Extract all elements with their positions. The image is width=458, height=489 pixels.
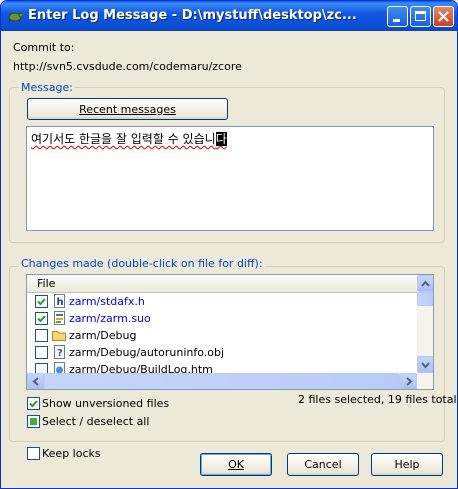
ime-composition-char: 다 [215, 132, 227, 146]
checkmark-icon [37, 298, 46, 306]
minimize-button[interactable] [387, 6, 408, 27]
ok-button[interactable]: OK [200, 453, 272, 476]
log-message-dialog: Enter Log Message - D:\mystuff\desktop\z… [0, 0, 458, 489]
checkmark-icon [37, 315, 46, 323]
ok-button-label: OK [228, 458, 244, 471]
show-unversioned-label[interactable]: Show unversioned files [42, 397, 169, 410]
select-all-label[interactable]: Select / deselect all [42, 415, 149, 428]
scroll-up-button[interactable] [417, 275, 433, 292]
file-checkbox[interactable] [35, 312, 48, 325]
vertical-scrollbar[interactable] [417, 275, 433, 373]
file-checkbox[interactable] [35, 346, 48, 359]
file-checkbox[interactable] [35, 329, 48, 342]
header-file-icon: h [54, 294, 65, 308]
horizontal-scrollbar[interactable] [27, 373, 433, 389]
checkmark-icon [29, 400, 38, 408]
window-title: Enter Log Message - D:\mystuff\desktop\z… [28, 8, 357, 23]
maximize-icon [415, 11, 426, 21]
arrow-down-icon [421, 362, 430, 369]
title-bar[interactable]: Enter Log Message - D:\mystuff\desktop\z… [1, 1, 457, 31]
keep-locks-checkbox[interactable] [27, 447, 40, 460]
commit-to-label: Commit to: [13, 41, 75, 54]
message-text-body: 여기서도 한글을 잘 입력할 수 있습니 [31, 132, 216, 146]
arrow-right-icon [406, 377, 413, 386]
message-input[interactable]: 여기서도 한글을 잘 입력할 수 있습니다 [26, 126, 434, 231]
scroll-left-button[interactable] [27, 373, 44, 389]
suo-file-icon [54, 311, 65, 325]
file-name: zarm/Debug/autoruninfo.obj [69, 346, 225, 359]
arrow-up-icon [421, 280, 430, 287]
file-name: zarm/Debug [69, 329, 137, 342]
file-name: zarm/stdafx.h [69, 295, 145, 308]
close-button[interactable] [433, 6, 454, 27]
folder-icon [52, 331, 66, 341]
horizontal-scroll-thumb[interactable] [44, 373, 400, 389]
file-row[interactable]: zarm/zarm.suo [27, 310, 425, 327]
help-button-label: Help [394, 458, 420, 471]
commit-url: http://svn5.cvsdude.com/codemaru/zcore [13, 60, 242, 73]
changed-files-list[interactable]: File h zarm/stdafx.h zarm/zarm.suo zarm/Deb… [26, 274, 434, 390]
keep-locks-label[interactable]: Keep locks [42, 447, 101, 460]
list-header[interactable]: File [27, 275, 425, 293]
close-icon [438, 11, 449, 22]
files-summary: 2 files selected, 19 files total [298, 393, 457, 406]
column-header-file[interactable]: File [37, 277, 55, 290]
vertical-scroll-thumb[interactable] [417, 292, 433, 306]
file-row[interactable]: h zarm/stdafx.h [27, 293, 425, 310]
maximize-button[interactable] [410, 6, 431, 27]
recent-messages-button[interactable]: Recent messages [27, 98, 228, 120]
help-button[interactable]: Help [371, 453, 443, 476]
unknown-file-icon: ? [54, 345, 65, 359]
recent-messages-label: Recent messages [79, 102, 176, 116]
file-name: zarm/zarm.suo [69, 312, 151, 325]
svg-text:h: h [57, 297, 64, 308]
changes-group-label: Changes made (double-click on file for d… [19, 257, 265, 270]
show-unversioned-checkbox[interactable] [27, 397, 40, 410]
tortoise-app-icon [8, 12, 23, 23]
scroll-right-button[interactable] [400, 373, 417, 389]
cancel-button-label: Cancel [304, 458, 342, 471]
file-row[interactable]: zarm/Debug [27, 327, 425, 344]
cancel-button[interactable]: Cancel [287, 453, 359, 476]
minimize-icon [393, 19, 400, 22]
file-checkbox[interactable] [35, 295, 48, 308]
svg-text:?: ? [57, 348, 63, 359]
indeterminate-icon [30, 418, 37, 425]
message-text: 여기서도 한글을 잘 입력할 수 있습니다 [31, 130, 227, 147]
arrow-left-icon [32, 377, 39, 386]
select-all-checkbox[interactable] [27, 415, 40, 428]
message-group-label: Message: [19, 81, 75, 94]
file-row[interactable]: ? zarm/Debug/autoruninfo.obj [27, 344, 425, 361]
scroll-down-button[interactable] [417, 356, 433, 373]
